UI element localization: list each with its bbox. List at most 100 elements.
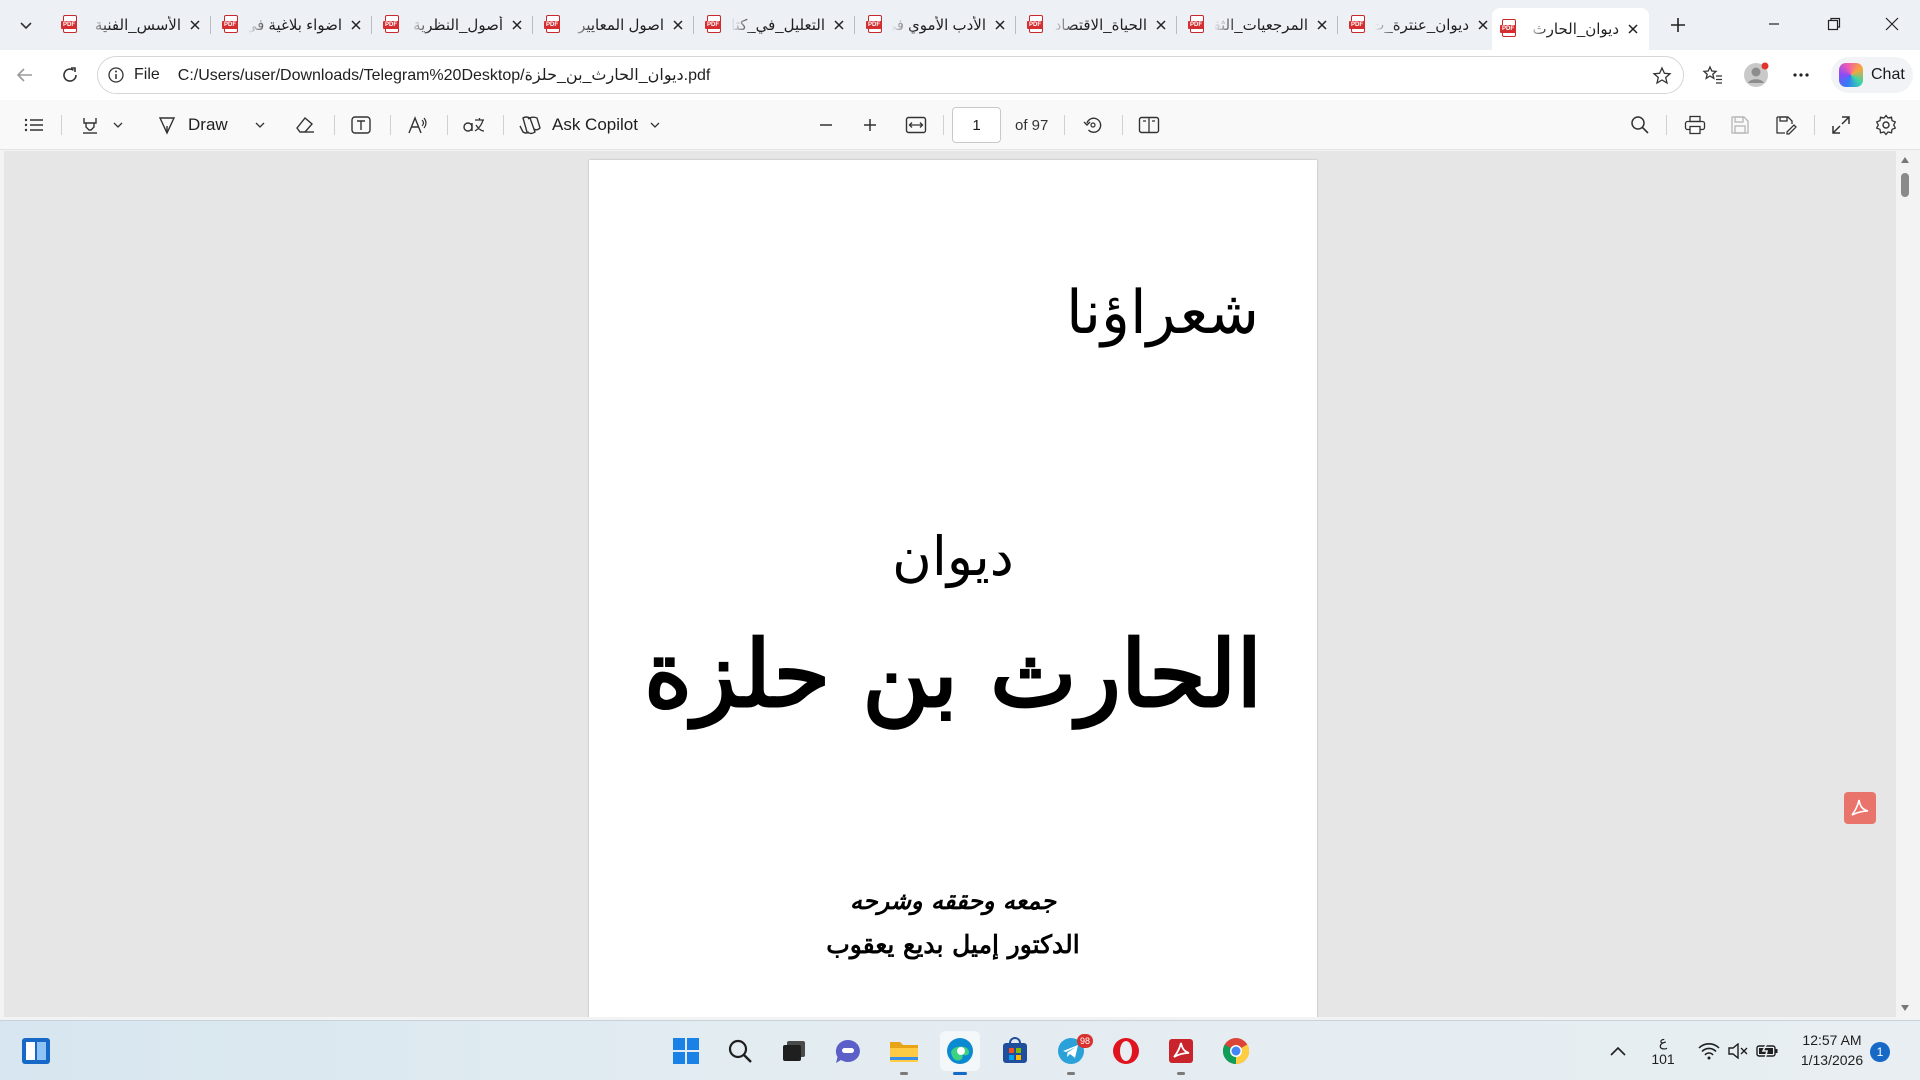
contents-button[interactable] (18, 109, 50, 141)
add-text-button[interactable] (345, 109, 377, 141)
chrome-button[interactable] (1216, 1031, 1256, 1071)
editor-name: الدكتور إميل بديع يعقوب (826, 930, 1080, 959)
refresh-button[interactable] (54, 59, 86, 91)
show-hidden-icons-button[interactable] (1601, 1031, 1635, 1071)
tab-title: ديوان_الحارث (1532, 21, 1619, 38)
close-icon[interactable] (1314, 17, 1330, 33)
erase-button[interactable] (289, 109, 321, 141)
tab-3[interactable]: PDF اصول المعايير (536, 8, 694, 42)
find-button[interactable] (1624, 109, 1656, 141)
close-icon[interactable] (992, 17, 1008, 33)
close-icon[interactable] (187, 17, 203, 33)
eraser-icon (296, 116, 314, 133)
pdf-icon: PDF (1027, 15, 1045, 35)
save-as-button[interactable] (1770, 109, 1802, 141)
page-count: of 97 (1015, 117, 1049, 134)
close-icon[interactable] (1625, 21, 1641, 37)
minimize-button[interactable] (1746, 0, 1802, 48)
start-button[interactable] (666, 1031, 706, 1071)
task-view-button[interactable] (774, 1031, 814, 1071)
minimize-icon (1769, 23, 1779, 25)
tab-2[interactable]: PDF أصول_النظرية (375, 8, 533, 42)
running-indicator (953, 1072, 967, 1075)
settings-more-button[interactable] (1785, 59, 1817, 91)
new-tab-button[interactable] (1662, 9, 1694, 41)
pdf-reader-button[interactable] (1161, 1031, 1201, 1075)
keyboard-layout-label: 101 (1651, 1051, 1675, 1067)
close-icon[interactable] (831, 17, 847, 33)
file-explorer-button[interactable] (884, 1031, 924, 1075)
telegram-button[interactable]: 98 (1051, 1031, 1093, 1075)
copilot-chat-button[interactable]: Chat (1831, 57, 1913, 93)
fit-to-width-button[interactable] (900, 109, 932, 141)
widgets-button[interactable] (16, 1031, 56, 1071)
text-box-icon (351, 116, 371, 134)
scroll-up-arrow-icon[interactable] (1900, 155, 1910, 165)
tab-strip: PDF الأسس_الفنية PDF اضواء بلاغية في PDF… (0, 0, 1920, 50)
address-bar[interactable]: File C:/Users/user/Downloads/Telegram%20… (97, 56, 1684, 94)
unread-badge: 98 (1077, 1034, 1093, 1048)
acrobat-float-button[interactable] (1844, 792, 1876, 824)
close-icon[interactable] (1475, 17, 1491, 33)
task-view-icon (783, 1041, 805, 1061)
search-icon (728, 1039, 752, 1063)
close-window-button[interactable] (1864, 0, 1920, 48)
fullscreen-button[interactable] (1825, 109, 1857, 141)
ask-copilot-button[interactable]: Ask Copilot (518, 109, 668, 141)
back-button[interactable] (9, 59, 41, 91)
tab-8[interactable]: PDF ديوان_عنترة_ت (1341, 8, 1499, 42)
save-button[interactable] (1724, 109, 1756, 141)
read-aloud-button[interactable] (402, 109, 434, 141)
favorites-button[interactable] (1697, 59, 1729, 91)
network-volume-battery-group[interactable] (1692, 1035, 1786, 1067)
tab-4[interactable]: PDF التعليل_في_كتاب (697, 8, 855, 42)
expand-icon (1832, 116, 1850, 134)
taskbar-search-button[interactable] (720, 1031, 760, 1071)
tab-9-active[interactable]: PDF ديوان_الحارث (1492, 8, 1649, 50)
draw-options-button[interactable] (252, 109, 268, 141)
tab-7[interactable]: PDF المرجعيات_الثقافية (1180, 8, 1338, 42)
wifi-icon (1698, 1043, 1720, 1060)
page-view-button[interactable] (1133, 109, 1165, 141)
pdf-settings-button[interactable] (1870, 109, 1902, 141)
scroll-down-arrow-icon[interactable] (1900, 1003, 1910, 1013)
close-icon[interactable] (348, 17, 364, 33)
page-number-input[interactable]: 1 (952, 107, 1001, 143)
edge-button[interactable] (940, 1031, 980, 1075)
url-text[interactable]: C:/Users/user/Downloads/Telegram%20Deskt… (178, 65, 711, 85)
zoom-in-button[interactable] (854, 109, 886, 141)
zoom-out-button[interactable] (810, 109, 842, 141)
profile-button[interactable] (1740, 59, 1772, 91)
close-icon[interactable] (1153, 17, 1169, 33)
translate-button[interactable] (458, 109, 490, 141)
store-button[interactable] (995, 1031, 1035, 1071)
tab-6[interactable]: PDF الحياة_الاقتصادية (1019, 8, 1177, 42)
info-icon[interactable] (106, 65, 126, 85)
opera-button[interactable] (1106, 1031, 1146, 1071)
notification-count-badge[interactable]: 1 (1870, 1042, 1890, 1062)
print-button[interactable] (1679, 109, 1711, 141)
restore-button[interactable] (1806, 0, 1862, 48)
tab-5[interactable]: PDF الأدب الأموي في (858, 8, 1016, 42)
clock[interactable]: 12:57 AM 1/13/2026 (1796, 1029, 1868, 1073)
tab-actions-menu-button[interactable] (8, 9, 44, 41)
highlight-button[interactable] (74, 109, 106, 141)
vertical-scrollbar[interactable] (1896, 151, 1914, 1017)
close-icon[interactable] (509, 17, 525, 33)
chevron-down-icon (650, 122, 660, 128)
rotate-button[interactable] (1077, 109, 1109, 141)
copilot-outline-icon (519, 116, 541, 135)
keyboard-language-indicator[interactable]: ع 101 (1648, 1031, 1678, 1071)
plus-icon (1671, 18, 1685, 32)
close-icon[interactable] (670, 17, 686, 33)
tab-0[interactable]: PDF الأسس_الفنية (53, 8, 211, 42)
favorite-star-icon[interactable] (1651, 65, 1673, 87)
fit-width-icon (905, 116, 927, 134)
scrollbar-thumb[interactable] (1901, 173, 1909, 197)
draw-button[interactable]: Draw (156, 109, 242, 141)
pdf-viewport[interactable]: شعراؤنا ديوان الحارث بن حلزة جمعه وحققه … (4, 151, 1900, 1017)
highlight-options-button[interactable] (110, 109, 126, 141)
tab-1[interactable]: PDF اضواء بلاغية في (214, 8, 372, 42)
teams-chat-button[interactable] (828, 1031, 868, 1071)
tab-title: ديوان_عنترة_ت (1375, 17, 1469, 34)
